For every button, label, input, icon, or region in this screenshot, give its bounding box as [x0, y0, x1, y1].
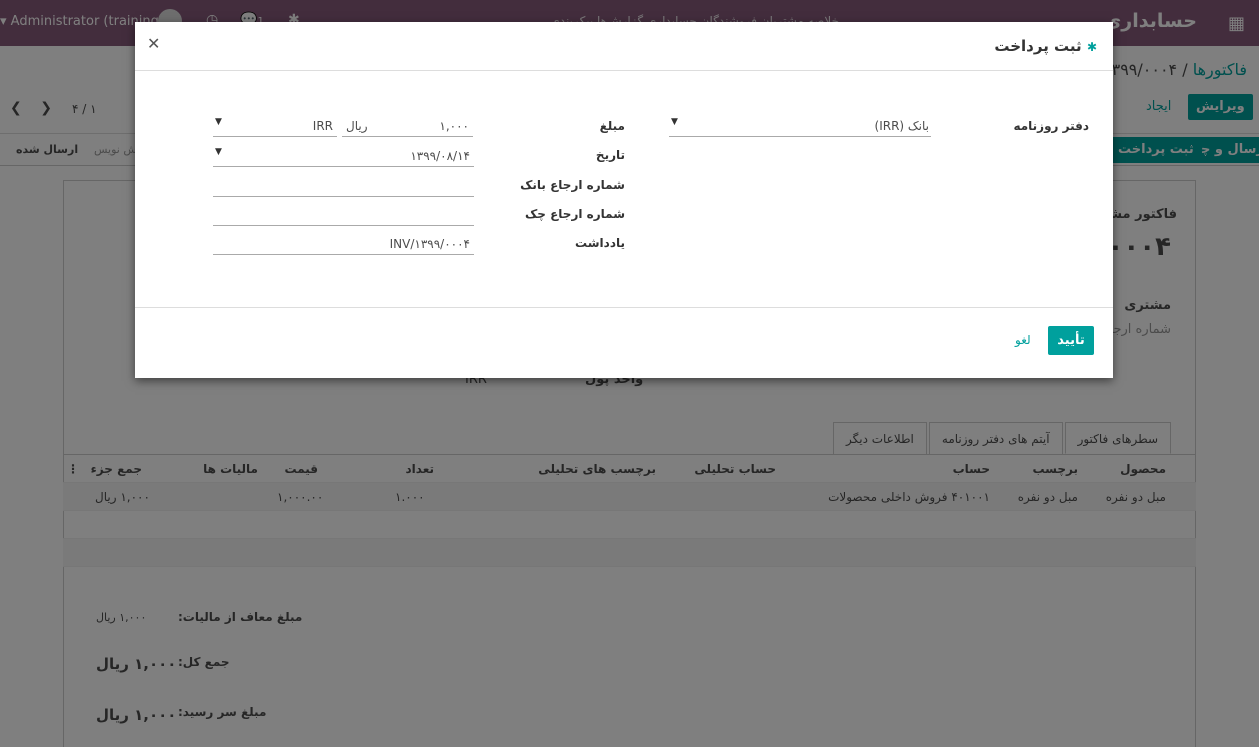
journal-label: دفتر روزنامه — [1013, 119, 1089, 133]
bank-reference-input[interactable] — [213, 177, 474, 197]
memo-value: INV/۱۳۹۹/۰۰۰۴ — [389, 237, 470, 251]
check-reference-label: شماره ارجاع چک — [524, 207, 625, 221]
journal-value: بانک (IRR) — [874, 119, 929, 133]
cancel-button[interactable]: لغو — [1015, 333, 1031, 347]
currency-select[interactable]: IRR ▼ — [213, 117, 337, 137]
memo-label: یادداشت — [575, 236, 625, 250]
amount-unit: ریال — [346, 119, 368, 133]
register-payment-dialog: ✱ ثبت پرداخت ✕ دفتر روزنامه بانک (IRR) ▼… — [135, 22, 1113, 378]
chevron-down-icon: ▼ — [215, 147, 222, 157]
modal-title: ✱ ثبت پرداخت — [994, 37, 1097, 55]
amount-label: مبلغ — [599, 119, 625, 133]
modal-header: ✱ ثبت پرداخت ✕ — [135, 22, 1113, 71]
confirm-button[interactable]: تأیید — [1048, 326, 1094, 355]
amount-value: ۱,۰۰۰ — [439, 119, 469, 133]
memo-input[interactable]: INV/۱۳۹۹/۰۰۰۴ — [213, 235, 474, 255]
check-reference-input[interactable] — [213, 206, 474, 226]
chevron-down-icon: ▼ — [671, 117, 678, 127]
modal-footer — [135, 308, 1113, 378]
date-label: تاریخ — [595, 148, 625, 162]
amount-input[interactable]: ۱,۰۰۰ ریال — [342, 117, 473, 137]
currency-select-value: IRR — [312, 119, 333, 133]
modal-title-text: ثبت پرداخت — [994, 37, 1082, 55]
bank-reference-label: شماره ارجاع بانک — [520, 178, 625, 192]
date-value: ۱۳۹۹/۰۸/۱۴ — [410, 149, 470, 163]
bug-icon: ✱ — [1086, 40, 1097, 54]
date-input[interactable]: ۱۳۹۹/۰۸/۱۴ ▼ — [213, 147, 474, 167]
journal-select[interactable]: بانک (IRR) ▼ — [669, 117, 931, 137]
modal-body: دفتر روزنامه بانک (IRR) ▼ مبلغ ۱,۰۰۰ ریا… — [135, 71, 1113, 308]
chevron-down-icon: ▼ — [215, 117, 222, 127]
close-icon[interactable]: ✕ — [147, 34, 160, 53]
